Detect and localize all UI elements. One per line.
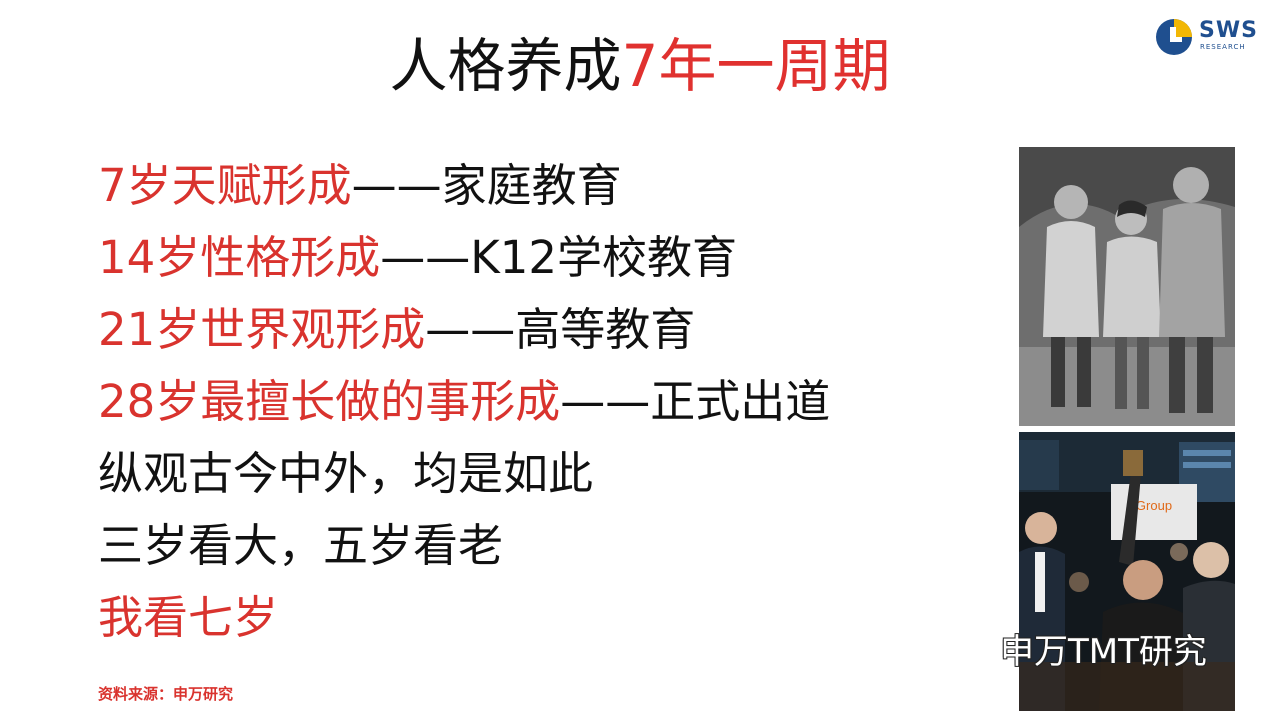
line-age-28-black: ——正式出道 [560,375,831,428]
sws-logo: SWS RESEARCH [1155,16,1265,58]
line-age-7-red: 7岁天赋形成 [98,159,352,212]
body-lines: 7岁天赋形成——家庭教育 14岁性格形成——K12学校教育 21岁世界观形成——… [98,150,830,654]
line-age-7: 7岁天赋形成——家庭教育 [98,150,830,222]
title-black-part: 人格养成 [389,32,622,100]
sws-logo-mark-icon [1156,19,1192,55]
source-note: 资料来源：申万研究 [98,685,234,703]
line-age-21: 21岁世界观形成——高等教育 [98,294,830,366]
watermark-text: 申万TMT研究 [1000,632,1207,672]
line-age-14-black: ——K12学校教育 [380,231,738,284]
line-age-21-black: ——高等教育 [425,303,696,356]
line-age-28-red: 28岁最擅长做的事形成 [98,375,561,428]
line-proverb: 三岁看大，五岁看老 [98,519,504,572]
logo-subtext: RESEARCH [1200,43,1246,51]
title-red-part: 7年一周期 [621,32,891,100]
line-ancient-modern: 纵观古今中外，均是如此 [98,447,594,500]
line-age-14-red: 14岁性格形成 [98,231,381,284]
slide: 人格养成7年一周期 SWS RESEARCH 7岁天赋形成——家庭教育 14岁性… [0,0,1280,720]
childhood-photo [1019,147,1235,426]
logo-text: SWS [1199,18,1258,43]
banner-group-text: Group [1136,498,1172,513]
line-age-7-black: ——家庭教育 [351,159,622,212]
line-age-14: 14岁性格形成——K12学校教育 [98,222,830,294]
childhood-photo-image [1019,147,1235,426]
line-age-28: 28岁最擅长做的事形成——正式出道 [98,366,830,438]
slide-title: 人格养成7年一周期 [0,30,1280,102]
line-age-21-red: 21岁世界观形成 [98,303,426,356]
line-seven: 我看七岁 [98,591,279,644]
